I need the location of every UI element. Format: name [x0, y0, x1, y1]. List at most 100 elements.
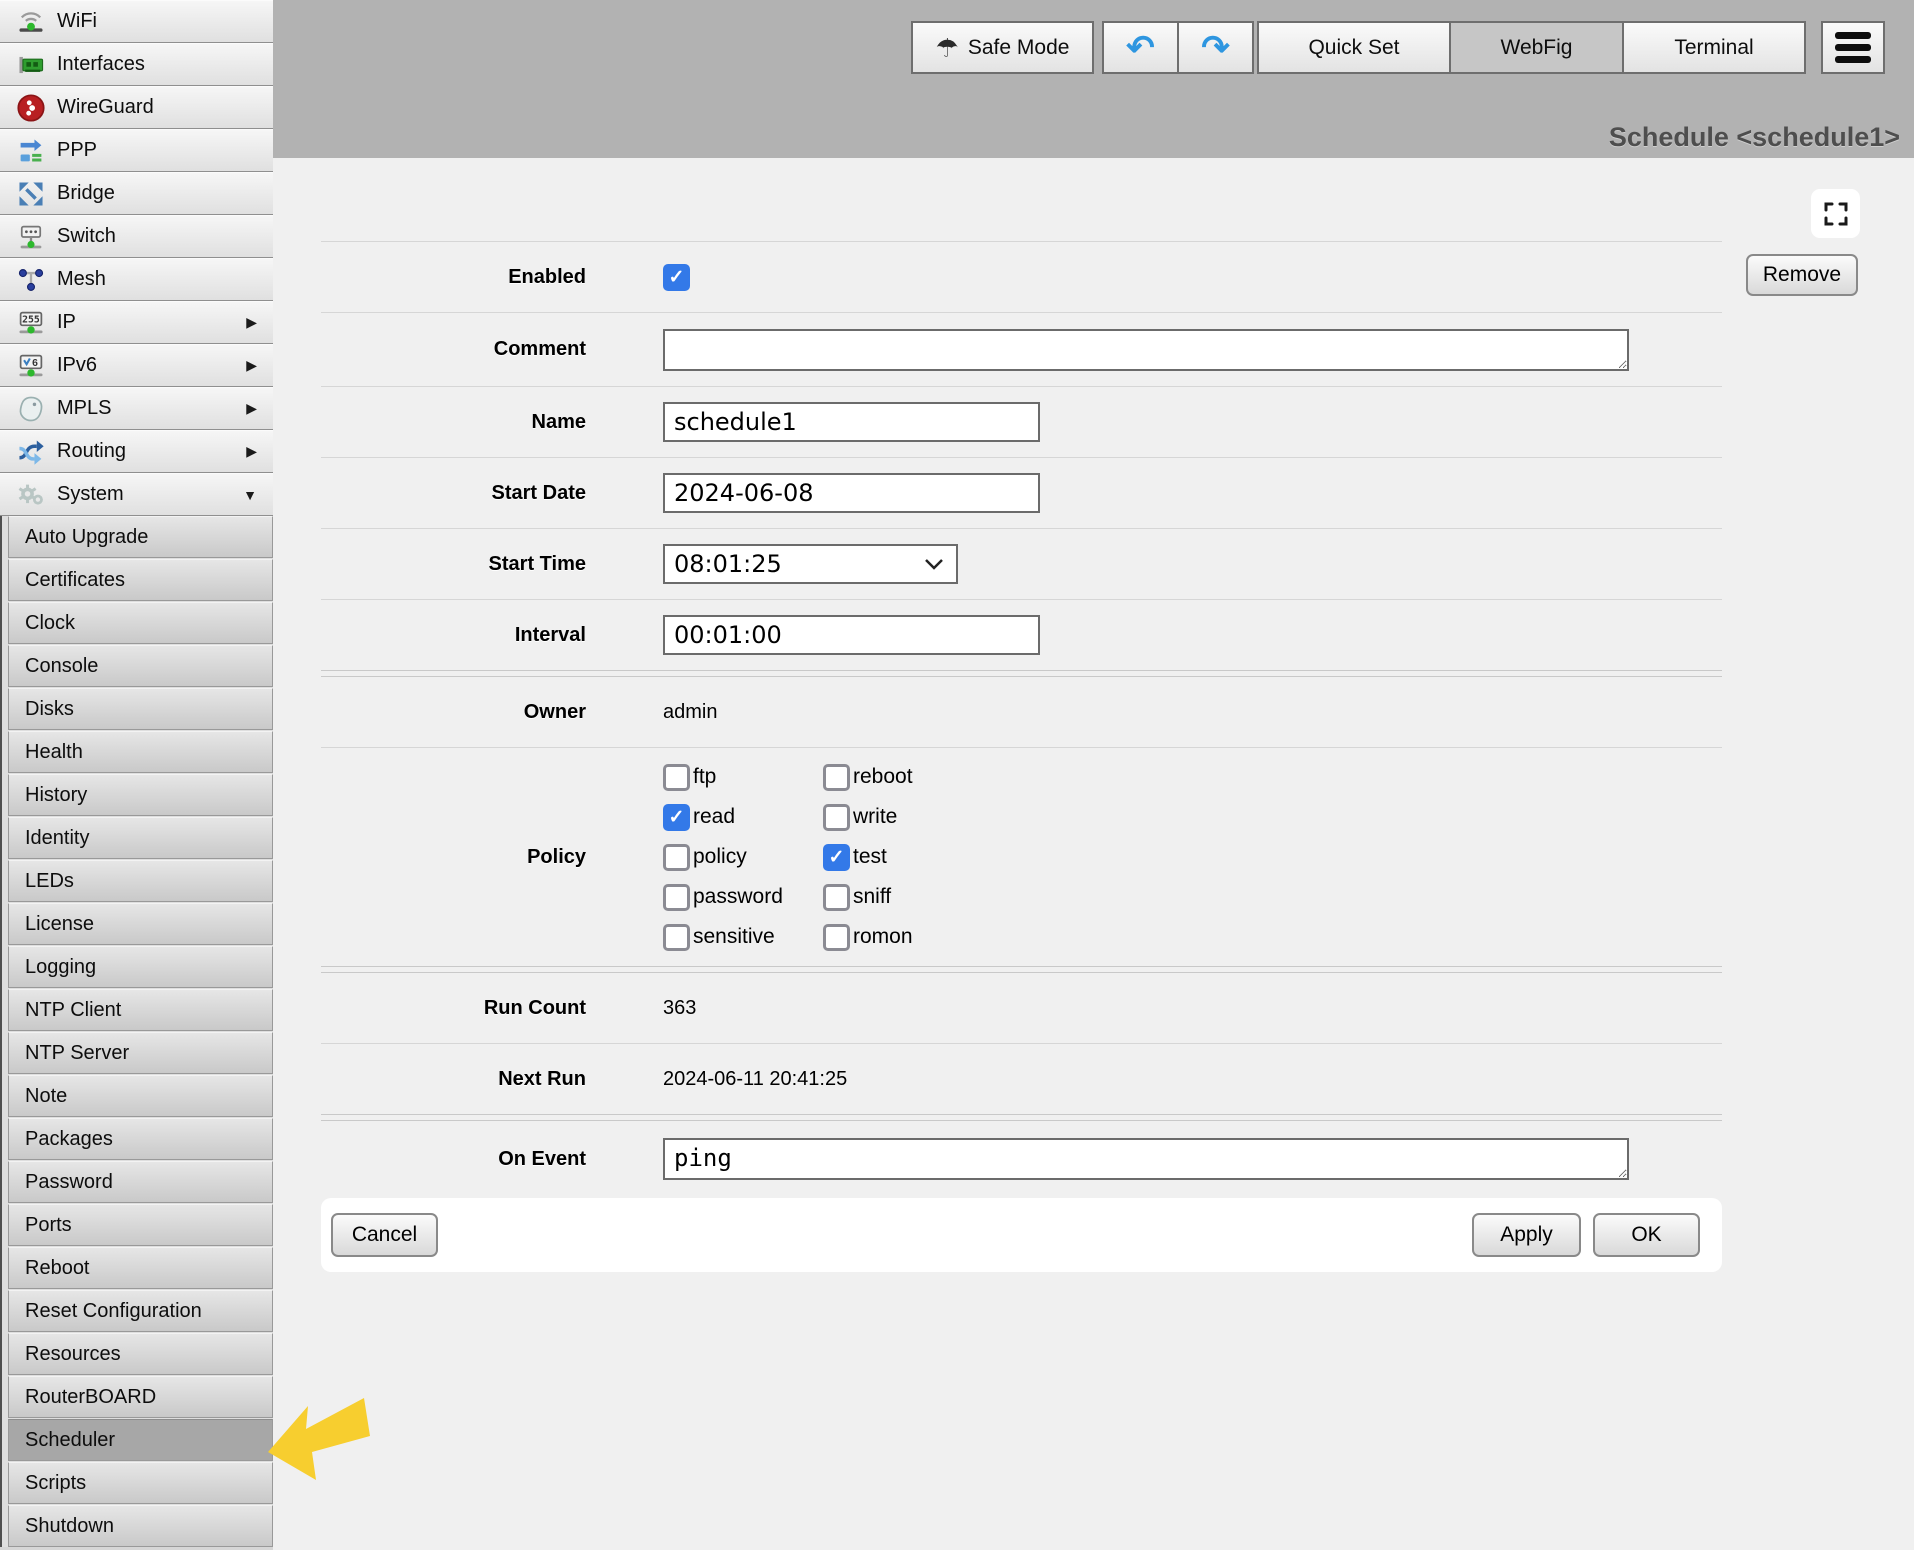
sidebar-item-label: Interfaces — [57, 53, 257, 76]
sidebar-item-bridge[interactable]: Bridge — [0, 172, 273, 215]
sidebar-subitem-scripts[interactable]: Scripts — [8, 1462, 273, 1504]
tab-quick-set[interactable]: Quick Set — [1257, 21, 1450, 74]
sidebar-item-wifi[interactable]: WiFi — [0, 0, 273, 43]
sidebar-subitem-password[interactable]: Password — [8, 1161, 273, 1203]
sidebar-subitem-routerboard[interactable]: RouterBOARD — [8, 1376, 273, 1418]
cancel-button[interactable]: Cancel — [331, 1213, 438, 1257]
redo-button[interactable]: ↷ — [1178, 21, 1254, 74]
name-input[interactable] — [663, 402, 1040, 442]
policy-option: sensitive — [663, 917, 823, 957]
policy-checkbox-reboot[interactable] — [823, 764, 850, 791]
start-time-value: 08:01:25 — [674, 550, 782, 578]
on-event-textarea[interactable]: ping — [663, 1138, 1629, 1180]
svg-text:255: 255 — [22, 314, 40, 325]
sidebar-item-label: System — [57, 483, 243, 506]
policy-checkbox-read[interactable] — [663, 804, 690, 831]
policy-checkbox-policy[interactable] — [663, 844, 690, 871]
sidebar-subitem-ntp-server[interactable]: NTP Server — [8, 1032, 273, 1074]
sidebar-subitem-shutdown[interactable]: Shutdown — [8, 1505, 273, 1547]
sidebar-subitem-disks[interactable]: Disks — [8, 688, 273, 730]
fullscreen-button[interactable] — [1811, 189, 1860, 238]
wifi-icon — [16, 7, 46, 37]
sidebar-subitem-auto-upgrade[interactable]: Auto Upgrade — [8, 516, 273, 558]
start-time-select[interactable]: 08:01:25 — [663, 544, 958, 584]
comment-textarea[interactable] — [663, 329, 1629, 371]
sidebar-subitem-resources[interactable]: Resources — [8, 1333, 273, 1375]
policy-checkbox-password[interactable] — [663, 884, 690, 911]
sidebar-subitem-packages[interactable]: Packages — [8, 1118, 273, 1160]
undo-redo-group: ↶ ↷ — [1102, 21, 1254, 74]
remove-button[interactable]: Remove — [1746, 254, 1858, 296]
sidebar-subitem-note[interactable]: Note — [8, 1075, 273, 1117]
sidebar-subitem-label: Identity — [25, 827, 89, 850]
sidebar-item-ppp[interactable]: PPP — [0, 129, 273, 172]
sidebar-item-routing[interactable]: Routing ▶ — [0, 430, 273, 473]
view-tabs: Quick Set WebFig Terminal — [1257, 21, 1806, 74]
sidebar-subitem-leds[interactable]: LEDs — [8, 860, 273, 902]
comment-label: Comment — [321, 338, 586, 361]
sidebar-item-ipv6[interactable]: 6 IPv6 ▶ — [0, 344, 273, 387]
policy-checkbox-test[interactable] — [823, 844, 850, 871]
sidebar-subitem-ntp-client[interactable]: NTP Client — [8, 989, 273, 1031]
sidebar-item-interfaces[interactable]: Interfaces — [0, 43, 273, 86]
sidebar-subitem-console[interactable]: Console — [8, 645, 273, 687]
sidebar-item-wireguard[interactable]: WireGuard — [0, 86, 273, 129]
policy-option: test — [823, 837, 983, 877]
policy-checkbox-romon[interactable] — [823, 924, 850, 951]
sidebar-subitem-clock[interactable]: Clock — [8, 602, 273, 644]
sidebar-subitem-history[interactable]: History — [8, 774, 273, 816]
next-run-label: Next Run — [321, 1068, 586, 1091]
policy-checkbox-sensitive[interactable] — [663, 924, 690, 951]
sidebar-subitem-label: Resources — [25, 1343, 121, 1366]
sidebar-subitem-label: Certificates — [25, 569, 125, 592]
ok-button[interactable]: OK — [1593, 1213, 1700, 1257]
safe-mode-button[interactable]: ☂ Safe Mode — [911, 21, 1094, 74]
sidebar-subitem-label: Auto Upgrade — [25, 526, 148, 549]
policy-checkbox-write[interactable] — [823, 804, 850, 831]
sidebar-item-switch[interactable]: Switch — [0, 215, 273, 258]
apply-button[interactable]: Apply — [1472, 1213, 1581, 1257]
policy-options: ftp read policy password sensitive reboo… — [663, 757, 983, 957]
fullscreen-icon — [1822, 200, 1850, 228]
sidebar-subitem-label: NTP Server — [25, 1042, 129, 1065]
form-footer: Cancel Apply OK — [321, 1198, 1722, 1272]
menu-button[interactable] — [1821, 21, 1885, 74]
policy-option: reboot — [823, 757, 983, 797]
sidebar-subitem-health[interactable]: Health — [8, 731, 273, 773]
wireguard-icon — [16, 93, 46, 123]
sidebar-subitem-reset-configuration[interactable]: Reset Configuration — [8, 1290, 273, 1332]
sidebar-subitem-reboot[interactable]: Reboot — [8, 1247, 273, 1289]
interval-row: Interval — [321, 599, 1722, 670]
sidebar-subitem-label: RouterBOARD — [25, 1386, 156, 1409]
tab-terminal[interactable]: Terminal — [1623, 21, 1806, 74]
undo-icon: ↶ — [1126, 31, 1155, 65]
tab-webfig[interactable]: WebFig — [1450, 21, 1623, 74]
policy-checkbox-ftp[interactable] — [663, 764, 690, 791]
sidebar-subitem-ports[interactable]: Ports — [8, 1204, 273, 1246]
sidebar-item-ip[interactable]: 255 IP ▶ — [0, 301, 273, 344]
enabled-checkbox[interactable] — [663, 264, 690, 291]
sidebar-subitem-scheduler[interactable]: Scheduler — [8, 1419, 273, 1461]
sidebar-subitem-identity[interactable]: Identity — [8, 817, 273, 859]
sidebar-item-mesh[interactable]: Mesh — [0, 258, 273, 301]
group-separator — [321, 670, 1722, 677]
policy-checkbox-sniff[interactable] — [823, 884, 850, 911]
umbrella-icon: ☂ — [936, 35, 959, 61]
start-date-input[interactable] — [663, 473, 1040, 513]
sidebar-subitem-logging[interactable]: Logging — [8, 946, 273, 988]
policy-checkbox-label: romon — [853, 925, 913, 949]
sidebar-item-label: Switch — [57, 225, 257, 248]
sidebar-subitem-license[interactable]: License — [8, 903, 273, 945]
policy-option: read — [663, 797, 823, 837]
interval-input[interactable] — [663, 615, 1040, 655]
sidebar-item-system[interactable]: System ▼ — [0, 473, 273, 516]
sidebar-item-label: IPv6 — [57, 354, 246, 377]
policy-option: sniff — [823, 877, 983, 917]
undo-button[interactable]: ↶ — [1102, 21, 1178, 74]
routing-icon — [16, 437, 46, 467]
sidebar: WiFi Interfaces WireGuard PPP Bridge Swi… — [0, 0, 273, 1550]
sidebar-item-mpls[interactable]: MPLS ▶ — [0, 387, 273, 430]
sidebar-subitem-certificates[interactable]: Certificates — [8, 559, 273, 601]
policy-option: romon — [823, 917, 983, 957]
interfaces-icon — [16, 50, 46, 80]
